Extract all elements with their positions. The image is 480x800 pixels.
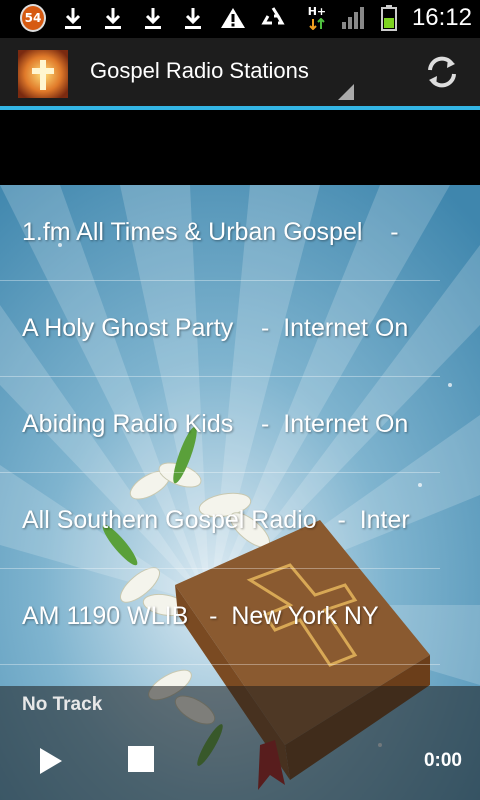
player-bar: No Track 0:00	[0, 686, 480, 800]
refresh-icon[interactable]	[422, 52, 462, 92]
list-item[interactable]: AM 1190 WLIB - New York NY	[0, 569, 440, 665]
download-icon	[140, 4, 166, 32]
download-icon	[180, 4, 206, 32]
list-item[interactable]: Abiding Radio Kids - Internet On	[0, 377, 440, 473]
app-logo-icon[interactable]	[18, 50, 68, 98]
app-title[interactable]: Gospel Radio Stations	[90, 58, 309, 84]
station-label: AM 1190 WLIB - New York NY	[22, 602, 379, 630]
network-h-plus-icon: H+	[304, 4, 330, 32]
battery-icon	[376, 4, 402, 32]
notification-badge[interactable]: 54	[20, 4, 46, 32]
station-label: Abiding Radio Kids - Internet On	[22, 410, 409, 438]
clock: 16:12	[411, 4, 472, 31]
download-icon	[100, 4, 126, 32]
playback-time: 0:00	[423, 750, 462, 771]
network-label: H+	[307, 5, 327, 18]
station-label: A Holy Ghost Party - Internet On	[22, 314, 409, 342]
station-list: 1.fm All Times & Urban Gospel - A Holy G…	[0, 185, 480, 665]
recycle-icon	[260, 4, 286, 32]
station-label: All Southern Gospel Radio - Inter	[22, 506, 410, 534]
list-item[interactable]: All Southern Gospel Radio - Inter	[0, 473, 440, 569]
list-item[interactable]: A Holy Ghost Party - Internet On	[0, 281, 440, 377]
track-title: No Track	[22, 694, 103, 715]
warning-icon	[220, 4, 246, 32]
dropdown-indicator-icon[interactable]	[338, 84, 354, 100]
status-bar: 54 H+ 16:12	[0, 0, 480, 38]
list-item[interactable]: 1.fm All Times & Urban Gospel -	[0, 185, 440, 281]
station-label: 1.fm All Times & Urban Gospel -	[22, 218, 399, 246]
stop-icon[interactable]	[128, 746, 154, 772]
signal-icon	[340, 4, 366, 32]
action-bar: Gospel Radio Stations	[0, 38, 480, 110]
play-icon[interactable]	[36, 746, 66, 776]
download-icon	[60, 4, 86, 32]
notification-count: 54	[20, 4, 46, 32]
banner-area	[0, 110, 480, 185]
